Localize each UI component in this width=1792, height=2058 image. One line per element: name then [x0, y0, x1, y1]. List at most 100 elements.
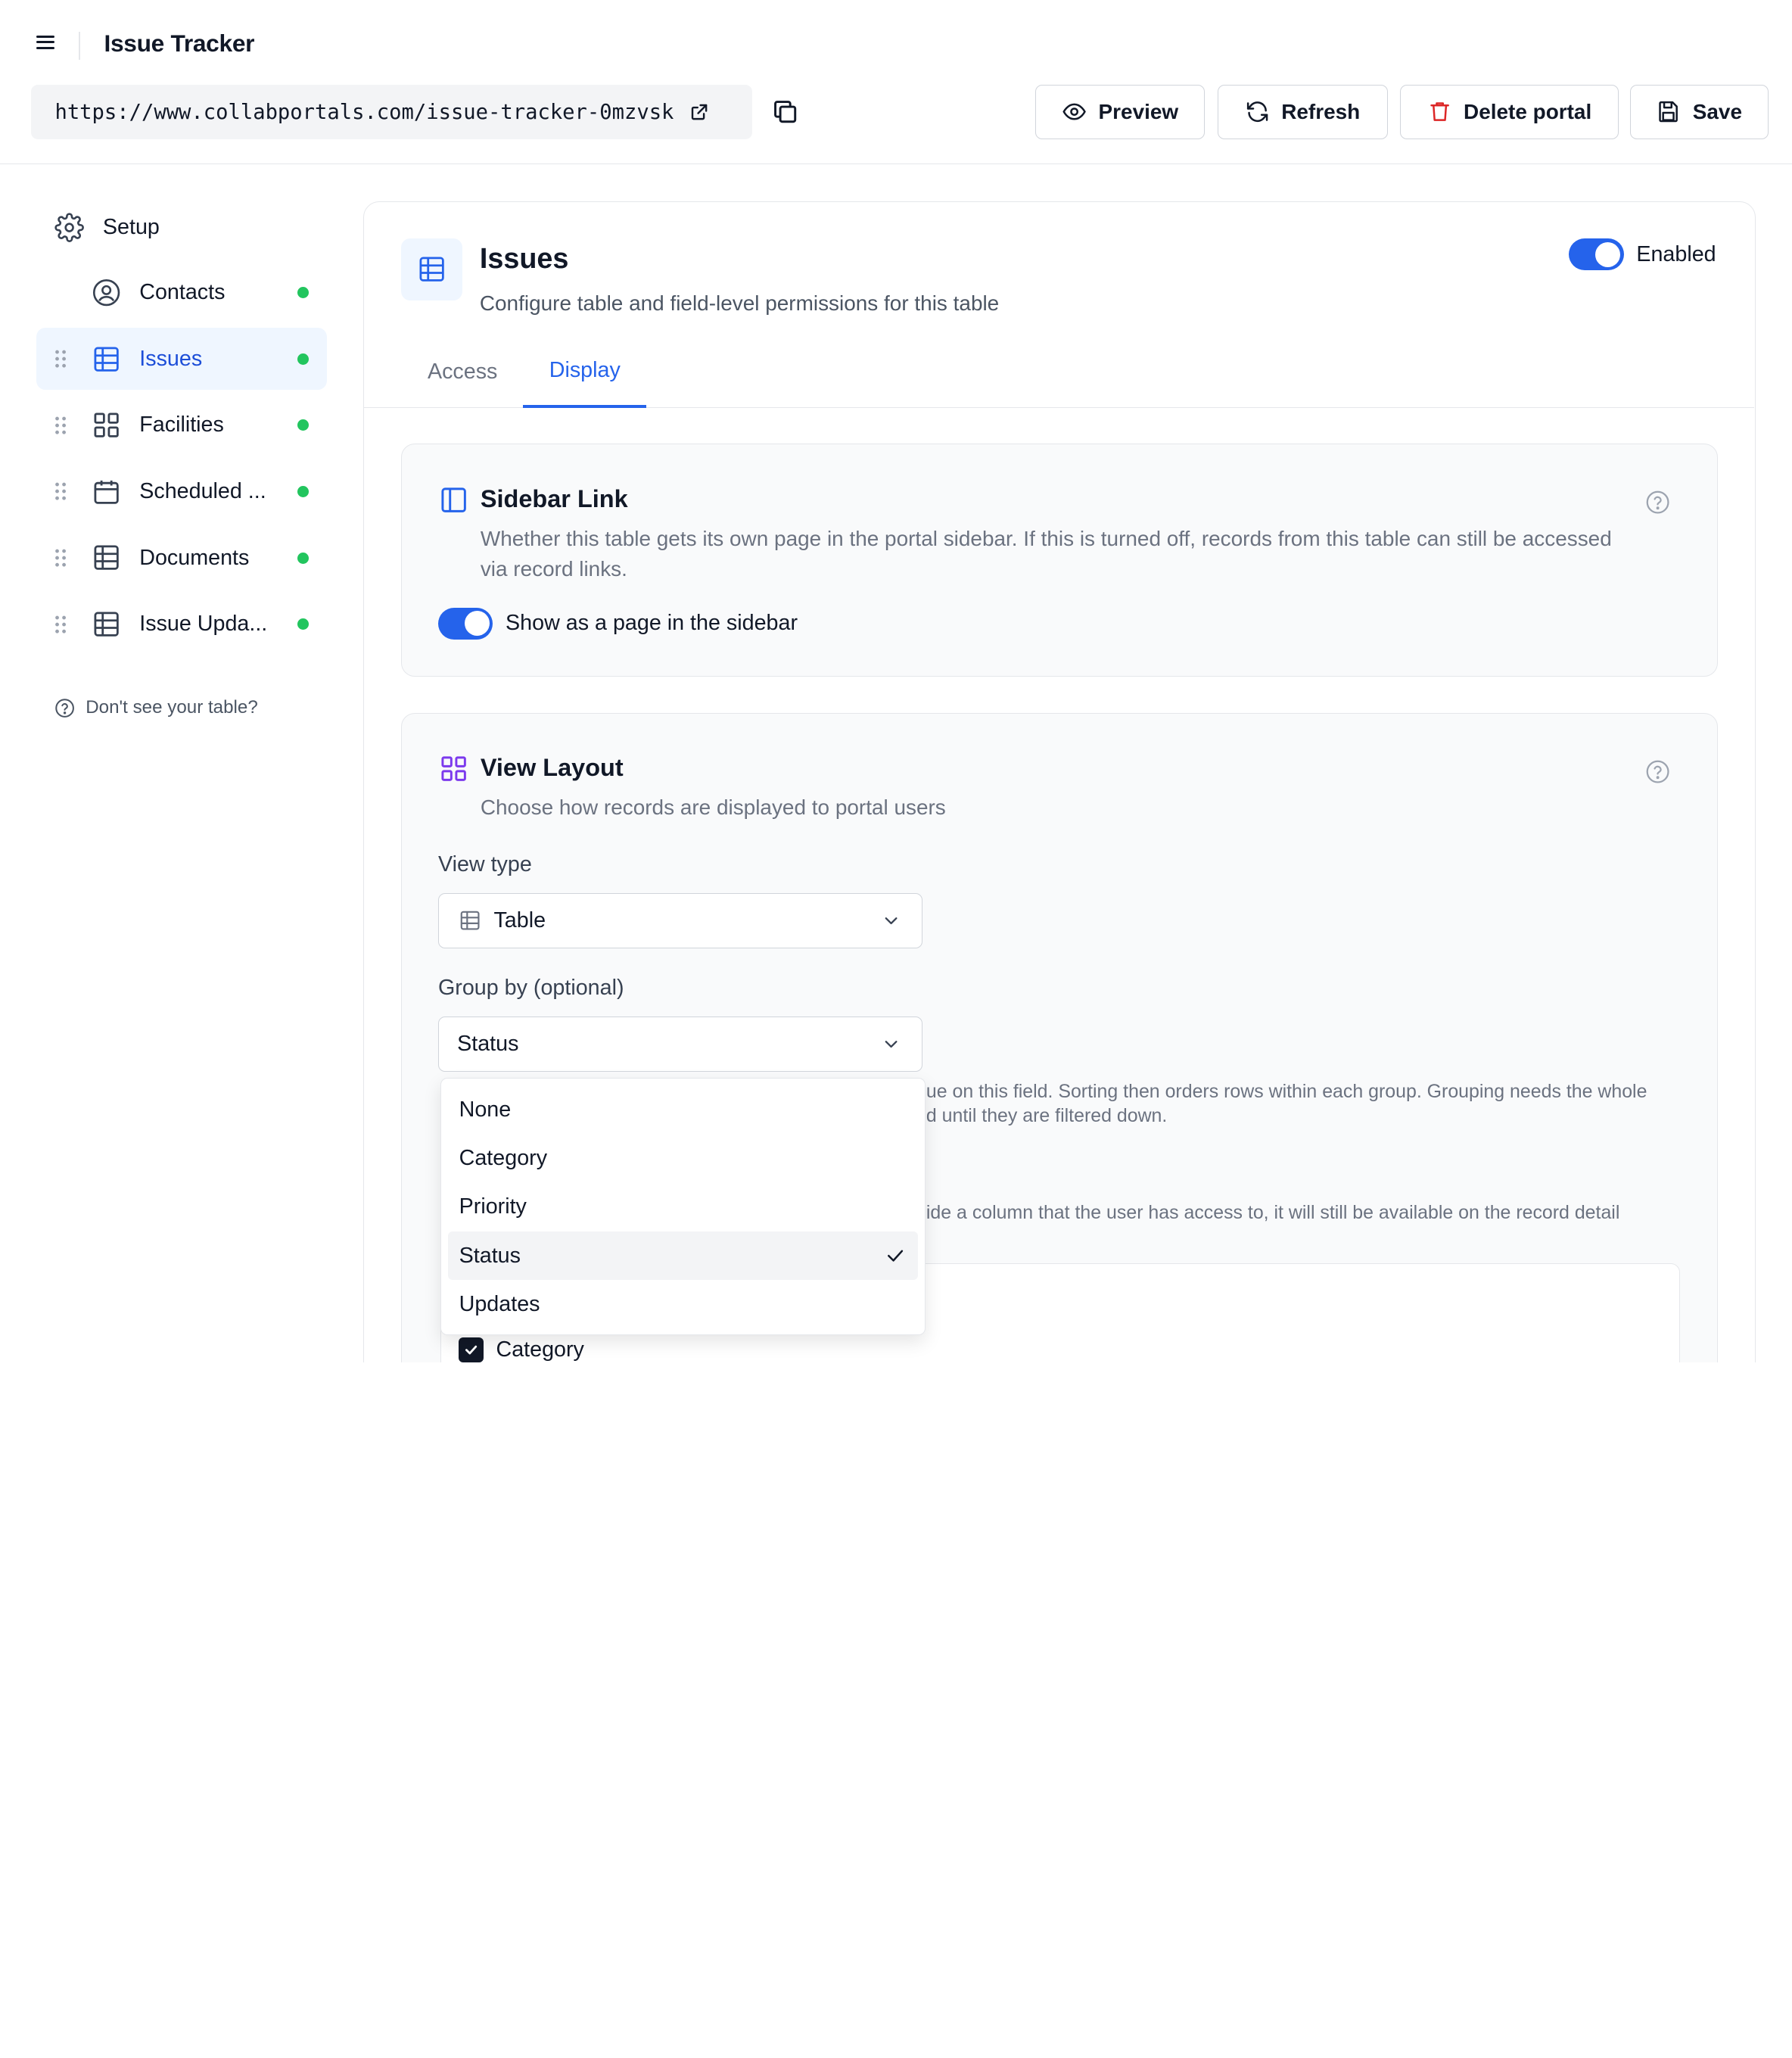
- tab-access[interactable]: Access: [401, 337, 524, 406]
- delete-portal-label: Delete portal: [1464, 100, 1592, 123]
- preview-button[interactable]: Preview: [1035, 84, 1205, 140]
- column-row-category[interactable]: Category: [458, 1337, 584, 1363]
- show-in-sidebar-toggle[interactable]: [437, 607, 493, 640]
- option-label: Priority: [459, 1194, 527, 1219]
- app-title: Issue Tracker: [104, 30, 255, 58]
- help-icon[interactable]: [1645, 490, 1670, 515]
- calendar-icon: [94, 480, 119, 504]
- dropdown-option-priority[interactable]: Priority: [448, 1183, 919, 1231]
- portal-url: https://www.collabportals.com/issue-trac…: [54, 100, 674, 124]
- external-link-icon[interactable]: [690, 103, 708, 121]
- drag-handle-icon[interactable]: [54, 347, 67, 370]
- status-dot: [297, 419, 309, 431]
- show-in-sidebar-label: Show as a page in the sidebar: [506, 611, 798, 636]
- sidebar-panel-icon: [441, 487, 467, 512]
- group-by-help-line2: d until they are filtered down.: [926, 1104, 1168, 1126]
- status-dot: [297, 287, 309, 299]
- dropdown-option-status[interactable]: Status: [447, 1231, 919, 1281]
- status-dot: [297, 552, 309, 564]
- status-dot: [297, 353, 309, 365]
- option-label: Updates: [459, 1291, 540, 1316]
- group-by-label: Group by (optional): [437, 975, 624, 1000]
- drag-handle-icon[interactable]: [54, 414, 67, 437]
- menu-icon[interactable]: [32, 32, 59, 59]
- group-by-select[interactable]: Status: [437, 1017, 923, 1072]
- status-dot: [297, 618, 309, 630]
- check-icon: [465, 1345, 477, 1355]
- group-by-dropdown: None Category Priority Status Updates: [440, 1078, 926, 1336]
- table-icon: [94, 612, 119, 637]
- tab-display[interactable]: Display: [523, 337, 647, 408]
- table-icon: [419, 257, 444, 282]
- sidebar-item-label: Documents: [139, 545, 250, 570]
- portal-url-box[interactable]: https://www.collabportals.com/issue-trac…: [30, 84, 752, 140]
- drag-handle-icon[interactable]: [54, 613, 67, 636]
- check-icon: [888, 1250, 904, 1262]
- enabled-label: Enabled: [1636, 241, 1716, 266]
- sidebar-link-description: Whether this table gets its own page in …: [480, 527, 1612, 581]
- option-label: None: [459, 1097, 512, 1122]
- preview-label: Preview: [1098, 100, 1179, 123]
- view-type-value: Table: [493, 908, 546, 932]
- dropdown-option-none[interactable]: None: [448, 1085, 919, 1134]
- option-label: Category: [459, 1146, 548, 1171]
- eye-icon: [1062, 104, 1087, 120]
- grid-icon: [441, 756, 467, 781]
- sidebar-item-label: Issues: [139, 346, 203, 371]
- sidebar-item-label: Contacts: [139, 280, 226, 305]
- refresh-button[interactable]: Refresh: [1217, 84, 1388, 140]
- divider: [79, 32, 80, 60]
- user-circle-icon: [92, 279, 120, 307]
- page-title: Issues: [479, 243, 569, 276]
- save-icon: [1659, 101, 1678, 123]
- page-subtitle: Configure table and field-level permissi…: [479, 291, 1000, 315]
- enabled-toggle[interactable]: [1569, 238, 1624, 271]
- grid-icon: [94, 413, 119, 437]
- save-button[interactable]: Save: [1629, 84, 1769, 140]
- group-by-value: Status: [457, 1031, 519, 1056]
- column-checkbox[interactable]: [458, 1337, 484, 1363]
- table-icon: [94, 347, 119, 372]
- save-label: Save: [1692, 100, 1742, 123]
- view-type-select[interactable]: Table: [437, 893, 923, 948]
- sidebar-item-issues[interactable]: Issues: [36, 328, 327, 391]
- sidebar-item-contacts[interactable]: Contacts: [36, 262, 327, 324]
- refresh-label: Refresh: [1281, 100, 1361, 123]
- option-label: Status: [459, 1243, 521, 1268]
- dropdown-option-updates[interactable]: Updates: [448, 1280, 919, 1328]
- chevron-down-icon: [885, 917, 898, 924]
- nav-setup-label: Setup: [102, 215, 160, 240]
- gear-icon: [54, 213, 85, 242]
- enabled-toggle-group: Enabled: [1569, 238, 1716, 271]
- sidebar-item-label: Scheduled ...: [139, 478, 266, 503]
- columns-help-text: ide a column that the user has access to…: [926, 1201, 1620, 1223]
- sidebar-item-scheduled[interactable]: Scheduled ...: [36, 461, 327, 523]
- sidebar-link-section: Sidebar Link Whether this table gets its…: [400, 443, 1718, 677]
- view-type-label: View type: [437, 852, 532, 876]
- drag-handle-icon[interactable]: [54, 480, 67, 503]
- delete-portal-button[interactable]: Delete portal: [1400, 84, 1619, 140]
- table-icon: [460, 911, 480, 930]
- group-by-help-line1: ue on this field. Sorting then orders ro…: [926, 1080, 1647, 1102]
- dont-see-table-label: Don't see your table?: [86, 697, 258, 718]
- column-label: Category: [496, 1337, 584, 1362]
- drag-handle-icon[interactable]: [54, 546, 67, 569]
- show-in-sidebar-group: Show as a page in the sidebar: [437, 607, 798, 640]
- view-layout-title: View Layout: [480, 753, 624, 781]
- app-window: Issue Tracker https://www.collabportals.…: [0, 0, 1792, 1363]
- trash-icon: [1430, 102, 1449, 122]
- refresh-icon: [1246, 101, 1268, 123]
- dont-see-table-link[interactable]: Don't see your table?: [54, 697, 258, 718]
- sidebar-item-facilities[interactable]: Facilities: [36, 394, 327, 456]
- help-icon[interactable]: [1645, 759, 1670, 784]
- sidebar-item-label: Issue Upda...: [139, 612, 268, 637]
- dropdown-option-category[interactable]: Category: [448, 1135, 919, 1183]
- sidebar-item-issue-updates[interactable]: Issue Upda...: [36, 593, 327, 655]
- top-bar: Issue Tracker https://www.collabportals.…: [0, 0, 1792, 165]
- table-icon: [94, 545, 119, 571]
- copy-icon[interactable]: [770, 97, 800, 126]
- sidebar-item-documents[interactable]: Documents: [36, 527, 327, 589]
- nav-setup[interactable]: Setup: [54, 213, 160, 242]
- sidebar-item-label: Facilities: [139, 413, 224, 437]
- status-dot: [297, 485, 309, 497]
